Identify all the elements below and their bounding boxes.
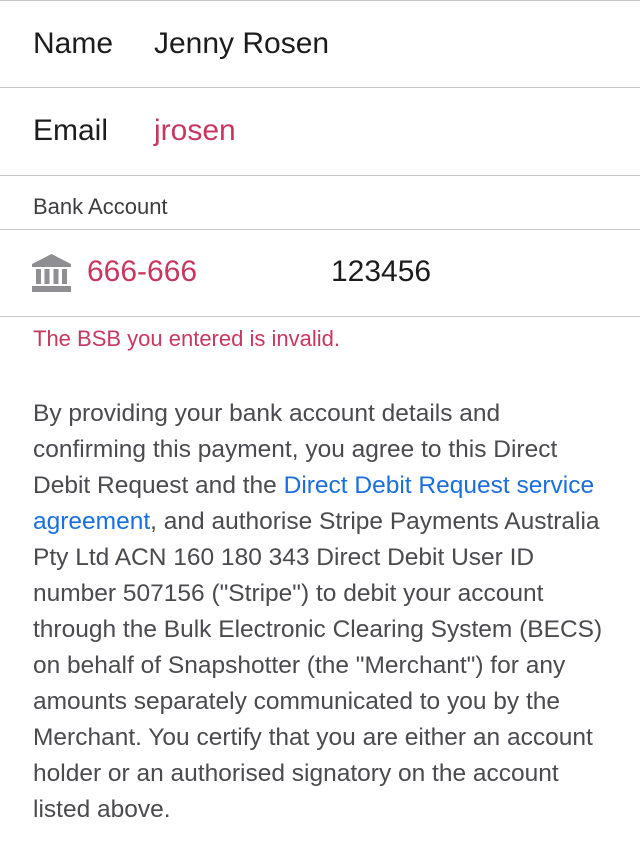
bsb-field[interactable]: 666-666 xyxy=(87,255,197,289)
bsb-error-message: The BSB you entered is invalid. xyxy=(33,326,340,351)
bank-row-divider xyxy=(0,316,640,317)
name-label: Name xyxy=(33,27,114,60)
bank-icon xyxy=(32,254,71,292)
email-label: Email xyxy=(33,114,109,147)
name-field[interactable]: Jenny Rosen xyxy=(154,27,329,61)
name-row[interactable]: Name Jenny Rosen xyxy=(0,1,640,87)
email-field[interactable]: jrosen xyxy=(154,114,236,148)
account-number-field[interactable]: 123456 xyxy=(331,255,431,289)
mandate-text: By providing your bank account details a… xyxy=(33,396,618,828)
bank-account-header: Bank Account xyxy=(33,194,168,219)
email-row[interactable]: Email jrosen xyxy=(0,88,640,175)
email-divider xyxy=(0,175,640,176)
mandate-text-after-link: , and authorise Stripe Payments Australi… xyxy=(33,508,603,823)
